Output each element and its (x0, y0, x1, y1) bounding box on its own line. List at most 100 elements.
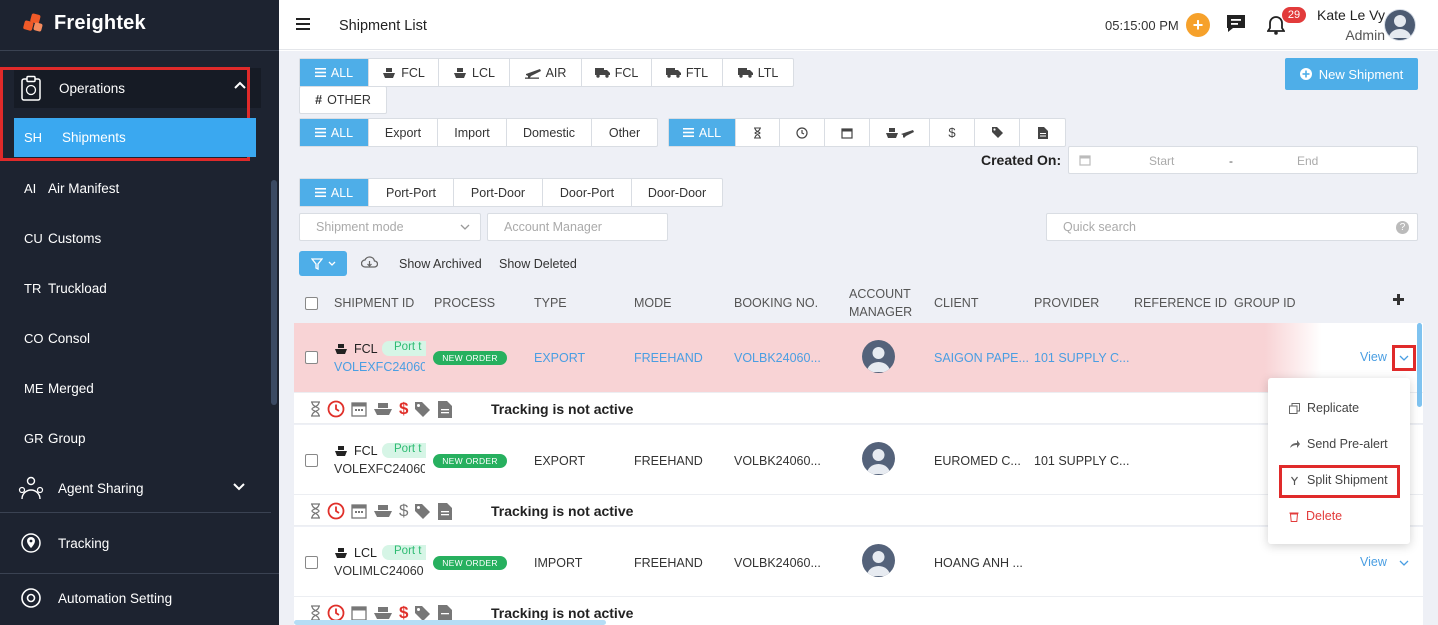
sidebar-item-air-manifest[interactable]: AI Air Manifest (0, 173, 279, 203)
sidebar-item-group[interactable]: GR Group (0, 423, 279, 453)
column-header-provider[interactable]: PROVIDER (1034, 296, 1099, 310)
status-filter-clock[interactable] (780, 119, 825, 146)
quick-add-button[interactable]: + (1186, 13, 1210, 37)
user-info[interactable]: Kate Le Vy Admin (1317, 7, 1385, 43)
menu-item-delete[interactable]: Delete (1289, 509, 1342, 523)
route-filter-port-door[interactable]: Port-Door (454, 179, 543, 206)
shipment-id-link[interactable]: VOLIMLC24060 (334, 564, 425, 578)
account-manager-avatar[interactable] (862, 544, 895, 577)
mode-filter-all[interactable]: ALL (300, 59, 369, 86)
route-filter-door-door[interactable]: Door-Door (632, 179, 722, 206)
date-start-placeholder: Start (1149, 154, 1175, 168)
shipment-id-link[interactable]: VOLEXFC24060 (334, 360, 425, 374)
provider-cell[interactable]: 101 SUPPLY C... (1034, 351, 1129, 365)
status-filter-document[interactable] (1020, 119, 1065, 146)
route-filter-door-port[interactable]: Door-Port (543, 179, 632, 206)
table-row[interactable]: FCL Port t VOLEXFC24060 NEW ORDER EXPORT… (294, 425, 1423, 494)
chat-icon[interactable] (1225, 14, 1247, 34)
shipment-id-link[interactable]: VOLEXFC24060 (334, 462, 425, 476)
row-actions-dropdown-toggle[interactable] (1392, 345, 1416, 371)
user-avatar[interactable] (1384, 9, 1416, 41)
mode-filter-ftl[interactable]: FTL (652, 59, 723, 86)
chevron-down-icon (1399, 355, 1409, 361)
mode-filter-fcl-ocean[interactable]: FCL (369, 59, 439, 86)
column-header-process[interactable]: PROCESS (434, 296, 495, 310)
add-column-icon[interactable] (1393, 294, 1404, 305)
filter-button[interactable] (299, 251, 347, 276)
sidebar-item-merged[interactable]: ME Merged (0, 373, 279, 403)
status-filter-all[interactable]: ALL (669, 119, 736, 146)
status-filter-tag[interactable] (975, 119, 1020, 146)
sidebar-item-consol[interactable]: CO Consol (0, 323, 279, 353)
created-on-date-range[interactable]: Start - End (1068, 146, 1418, 174)
quick-search-input[interactable]: Quick search ? (1046, 213, 1418, 241)
sidebar-item-customs[interactable]: CU Customs (0, 223, 279, 253)
status-filter-pending[interactable] (736, 119, 780, 146)
ship-plane-icon (885, 127, 914, 138)
show-archived-link[interactable]: Show Archived (399, 257, 482, 271)
account-manager-avatar[interactable] (862, 340, 895, 373)
table-row[interactable]: LCL Port t VOLIMLC24060 NEW ORDER IMPORT… (294, 527, 1423, 596)
new-shipment-button[interactable]: New Shipment (1285, 58, 1418, 90)
column-header-manager[interactable]: MANAGER (849, 305, 912, 319)
status-filter-calendar[interactable] (825, 119, 870, 146)
table-vertical-scrollbar[interactable] (1417, 323, 1422, 407)
agent-sharing-icon (18, 476, 44, 500)
column-header-account[interactable]: ACCOUNT (849, 287, 911, 301)
mode-filter-ltl[interactable]: LTL (723, 59, 793, 86)
table-row[interactable]: FCL Port t VOLEXFC24060 NEW ORDER EXPORT… (294, 323, 1423, 392)
type-filter-import[interactable]: Import (438, 119, 507, 146)
type-filter-domestic[interactable]: Domestic (507, 119, 592, 146)
type-filter-all[interactable]: ALL (300, 119, 369, 146)
sidebar-item-tracking[interactable]: Tracking (0, 525, 279, 561)
row-checkbox[interactable] (305, 454, 318, 467)
row-checkbox[interactable] (305, 351, 318, 364)
booking-no-cell[interactable]: VOLBK24060... (734, 351, 821, 365)
column-header-group-id[interactable]: GROUP ID (1234, 296, 1296, 310)
account-manager-select[interactable]: Account Manager (487, 213, 668, 241)
hamburger-menu-icon[interactable] (296, 18, 310, 30)
route-filter-all[interactable]: ALL (300, 179, 369, 206)
cloud-download-icon[interactable] (361, 256, 378, 269)
type-cell[interactable]: EXPORT (534, 351, 585, 365)
mode-filter-lcl[interactable]: LCL (439, 59, 510, 86)
mode-filter-air[interactable]: AIR (510, 59, 582, 86)
table-horizontal-scrollbar[interactable] (294, 620, 606, 625)
select-all-checkbox[interactable] (305, 297, 318, 310)
status-filter-payment[interactable]: $ (930, 119, 975, 146)
shipment-mode-select[interactable]: Shipment mode (299, 213, 481, 241)
column-header-booking-no[interactable]: BOOKING NO. (734, 296, 818, 310)
column-header-type[interactable]: TYPE (534, 296, 567, 310)
sidebar-item-truckload[interactable]: TR Truckload (0, 273, 279, 303)
sidebar-item-shipments[interactable]: SH Shipments (14, 118, 256, 157)
menu-item-split-shipment[interactable]: Split Shipment (1289, 473, 1388, 487)
row-checkbox[interactable] (305, 556, 318, 569)
view-link[interactable]: View (1360, 555, 1387, 569)
quick-search-placeholder: Quick search (1063, 220, 1136, 234)
chevron-down-icon[interactable] (1399, 560, 1409, 567)
mode-filter-fcl-truck[interactable]: FCL (582, 59, 652, 86)
page-title: Shipment List (339, 18, 427, 34)
column-header-client[interactable]: CLIENT (934, 296, 978, 310)
status-filter-in-transit[interactable] (870, 119, 930, 146)
sidebar-scrollbar[interactable] (271, 180, 277, 405)
mode-cell[interactable]: FREEHAND (634, 351, 703, 365)
client-cell[interactable]: SAIGON PAPE... (934, 351, 1029, 365)
sidebar-item-agent-sharing[interactable]: Agent Sharing (0, 470, 279, 506)
column-header-shipment-id[interactable]: SHIPMENT ID (334, 296, 414, 310)
column-header-reference-id[interactable]: REFERENCE ID (1134, 296, 1227, 310)
app-logo[interactable]: Freightek (22, 12, 146, 35)
show-deleted-link[interactable]: Show Deleted (499, 257, 577, 271)
view-link[interactable]: View (1360, 350, 1387, 364)
mode-filter-other[interactable]: # OTHER (300, 87, 386, 113)
help-icon[interactable]: ? (1396, 221, 1409, 234)
column-header-mode[interactable]: MODE (634, 296, 672, 310)
account-manager-avatar[interactable] (862, 442, 895, 475)
menu-item-replicate[interactable]: Replicate (1289, 401, 1359, 415)
menu-item-send-pre-alert[interactable]: Send Pre-alert (1289, 437, 1388, 451)
type-filter-other[interactable]: Other (592, 119, 657, 146)
type-filter-export[interactable]: Export (369, 119, 438, 146)
chevron-down-icon[interactable] (232, 482, 246, 492)
sidebar-item-automation-setting[interactable]: Automation Setting (0, 580, 279, 616)
route-filter-port-port[interactable]: Port-Port (369, 179, 454, 206)
